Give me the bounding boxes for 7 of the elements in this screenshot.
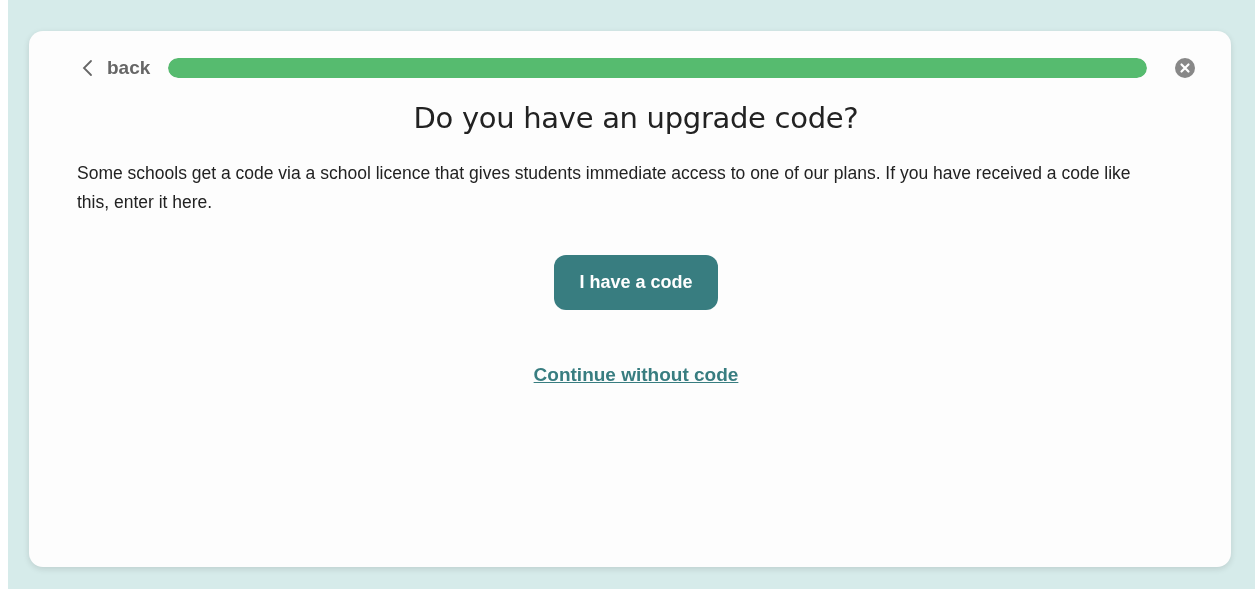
description-text: Some schools get a code via a school licence that gives students immediate access to one of our plans. If you have received a code like this, enter it here. <box>77 162 1132 214</box>
chevron-left-icon <box>81 59 93 77</box>
back-button[interactable]: back <box>77 57 157 79</box>
close-icon[interactable] <box>1175 58 1195 78</box>
have-code-button[interactable]: I have a code <box>554 255 718 310</box>
dialog-title: Do you have an upgrade code? <box>412 101 860 135</box>
continue-link[interactable]: Continue without code <box>533 364 739 386</box>
